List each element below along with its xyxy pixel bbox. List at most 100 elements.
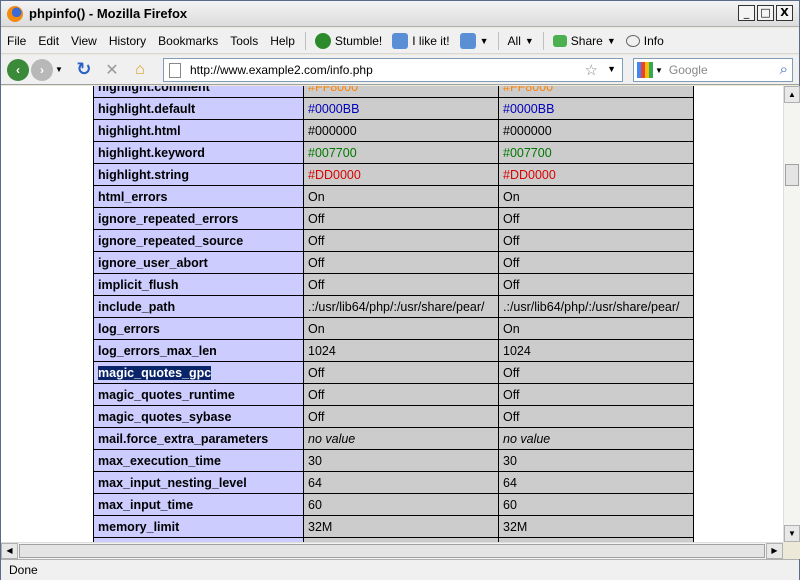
- menu-view[interactable]: View: [65, 34, 103, 48]
- all-dropdown[interactable]: All ▼: [503, 34, 539, 48]
- share-button[interactable]: Share ▼: [548, 34, 621, 48]
- title-bar: phpinfo() - Mozilla Firefox _ □ X: [1, 1, 799, 27]
- local-value: #0000BB: [303, 97, 499, 120]
- master-value: 1024: [498, 339, 694, 362]
- master-value: 64: [498, 471, 694, 494]
- search-icon[interactable]: ⌕: [780, 61, 788, 78]
- directive-name-text: max_input_nesting_level: [98, 475, 247, 490]
- table-row: mail.force_extra_parameters no value no va…: [93, 427, 694, 450]
- local-value: Off: [303, 405, 499, 428]
- table-row: magic_quotes_runtime Off Off: [93, 383, 694, 406]
- local-value: 64: [303, 471, 499, 494]
- table-row: highlight.keyword #007700 #007700: [93, 141, 694, 164]
- stumble-button[interactable]: Stumble!: [310, 32, 387, 49]
- table-row: include_path .:/usr/lib64/php/:/usr/share…: [93, 295, 694, 318]
- master-value: Off: [498, 361, 694, 384]
- local-value: Off: [303, 273, 499, 296]
- search-bar[interactable]: ▼ Google ⌕: [633, 58, 793, 82]
- menu-bookmarks[interactable]: Bookmarks: [152, 34, 224, 48]
- local-value: 60: [303, 493, 499, 516]
- reload-icon[interactable]: ↻: [73, 59, 95, 81]
- menu-history[interactable]: History: [103, 34, 152, 48]
- master-value: On: [498, 317, 694, 340]
- thumbs-down-icon: [459, 32, 476, 49]
- master-value: 30: [498, 449, 694, 472]
- local-value: 30: [303, 449, 499, 472]
- master-value: Off: [498, 273, 694, 296]
- address-bar[interactable]: http://www.example2.com/info.php ☆ ▼: [163, 58, 623, 82]
- scroll-right-button[interactable]: ▶: [766, 543, 783, 559]
- page-icon: [169, 63, 181, 78]
- directive-name: implicit_flush: [93, 273, 304, 296]
- local-value: On: [303, 185, 499, 208]
- scrollbar-corner: [783, 542, 800, 559]
- local-value: 32M: [303, 515, 499, 538]
- toolbar-separator: [542, 31, 544, 50]
- master-value: Off: [498, 207, 694, 230]
- minimize-button[interactable]: _: [738, 5, 755, 21]
- dislike-button[interactable]: ▼: [455, 32, 494, 49]
- back-button[interactable]: ‹: [7, 58, 29, 81]
- directive-name: highlight.string: [93, 163, 304, 186]
- menu-help[interactable]: Help: [264, 34, 301, 48]
- menu-tools[interactable]: Tools: [224, 34, 264, 48]
- close-button[interactable]: X: [776, 5, 793, 21]
- engine-dropdown-icon[interactable]: ▼: [655, 66, 663, 75]
- stop-icon[interactable]: ✕: [101, 59, 123, 81]
- like-label: I like it!: [412, 33, 450, 48]
- forward-button[interactable]: ›: [31, 58, 53, 81]
- url-input[interactable]: http://www.example2.com/info.php: [190, 63, 373, 77]
- master-value: #DD0000: [498, 163, 694, 186]
- window-title: phpinfo() - Mozilla Firefox: [29, 6, 188, 21]
- vertical-scroll-thumb[interactable]: [785, 164, 799, 186]
- scroll-up-button[interactable]: ▲: [784, 86, 800, 103]
- history-dropdown-icon[interactable]: ▼: [55, 65, 63, 74]
- local-value: .:/usr/lib64/php/:/usr/share/pear/: [303, 295, 499, 318]
- vertical-scrollbar[interactable]: ▲ ▼: [783, 86, 800, 542]
- firefox-icon: [7, 5, 23, 22]
- master-value: #007700: [498, 141, 694, 164]
- directive-name-text: magic_quotes_gpc: [98, 365, 212, 380]
- local-value: Off: [303, 229, 499, 252]
- master-value: Off: [498, 405, 694, 428]
- info-button[interactable]: Info: [621, 34, 669, 48]
- share-icon: [552, 34, 567, 47]
- maximize-button[interactable]: □: [757, 5, 774, 21]
- directive-name-text: implicit_flush: [98, 277, 179, 292]
- home-icon[interactable]: ⌂: [129, 59, 151, 81]
- horizontal-scroll-thumb[interactable]: [19, 544, 765, 558]
- url-dropdown-icon[interactable]: ▼: [607, 64, 616, 74]
- google-icon[interactable]: [637, 62, 653, 78]
- directive-name-text: highlight.html: [98, 123, 181, 138]
- directive-name: memory_limit: [93, 515, 304, 538]
- master-value: On: [498, 185, 694, 208]
- directive-name: magic_quotes_runtime: [93, 383, 304, 406]
- table-row: highlight.html #000000 #000000: [93, 119, 694, 142]
- stumble-label: Stumble!: [334, 33, 383, 48]
- scroll-left-button[interactable]: ◀: [1, 543, 18, 559]
- table-row: max_input_time 60 60: [93, 493, 694, 516]
- menu-edit[interactable]: Edit: [32, 34, 65, 48]
- search-input[interactable]: Google: [669, 63, 708, 77]
- local-value: 1024: [303, 339, 499, 362]
- table-row: html_errors On On: [93, 185, 694, 208]
- local-value: #007700: [303, 141, 499, 164]
- directive-name-text: mail.force_extra_parameters: [98, 431, 269, 446]
- directive-name-text: highlight.default: [98, 101, 196, 116]
- dislike-dropdown-icon[interactable]: ▼: [480, 36, 489, 46]
- table-row: log_errors_max_len 1024 1024: [93, 339, 694, 362]
- directive-name-text: highlight.string: [98, 167, 189, 182]
- menu-bar: File Edit View History Bookmarks Tools H…: [1, 28, 799, 54]
- stumbleupon-icon: [314, 32, 331, 49]
- master-value: 32M: [498, 515, 694, 538]
- directive-name: include_path: [93, 295, 304, 318]
- directive-name-text: memory_limit: [98, 519, 180, 534]
- all-label: All: [507, 33, 521, 48]
- scroll-down-button[interactable]: ▼: [784, 525, 800, 542]
- like-button[interactable]: I like it!: [387, 32, 454, 49]
- local-value: #DD0000: [303, 163, 499, 186]
- table-row: max_input_nesting_level 64 64: [93, 471, 694, 494]
- bookmark-star-icon[interactable]: ☆: [585, 61, 598, 79]
- menu-file[interactable]: File: [1, 34, 32, 48]
- horizontal-scrollbar[interactable]: ◀ ▶: [1, 542, 783, 559]
